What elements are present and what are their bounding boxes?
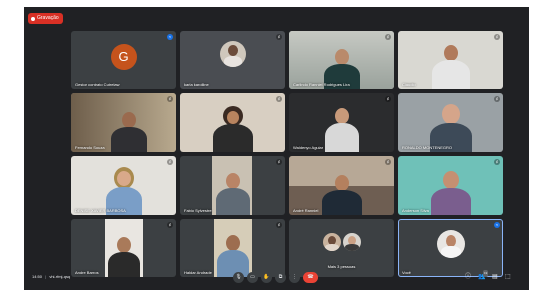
participant-name: Fabio Sylvestre — [184, 208, 212, 213]
camera-icon: ▭ — [250, 274, 255, 280]
recording-badge: Gravação — [28, 13, 63, 24]
participant-video — [215, 173, 250, 215]
present-button[interactable]: ⧉ — [275, 272, 286, 283]
participant-tile[interactable]: ♯ Waldenyo Aguiar — [289, 93, 394, 152]
activities-button[interactable]: ⬚ — [505, 274, 511, 281]
participant-tile[interactable]: G ≈ Gestor contrato Cutrelaw — [71, 31, 176, 89]
mic-muted-icon: ♯ — [276, 96, 282, 102]
raise-hand-button[interactable]: ✋ — [261, 272, 272, 283]
meeting-code: vhi-rfmj-qsq — [49, 274, 71, 279]
mic-muted-icon: ♯ — [385, 96, 391, 102]
people-button[interactable]: 👥 19 — [478, 270, 489, 281]
recording-label: Gravação — [37, 15, 59, 21]
participant-tile[interactable]: ♯ RONALDO MONTENEGRO — [398, 93, 503, 152]
participant-name: DENISE XAVIER BARBOSA — [75, 208, 126, 213]
mic-muted-icon: ♯ — [276, 34, 282, 40]
chat-icon: ▤ — [492, 274, 498, 280]
participant-name: Carlindo Ranniel Rodrigues Lira — [293, 82, 350, 87]
mic-muted-icon: ♯ — [494, 159, 500, 165]
participant-tile[interactable]: ♯ DENISE XAVIER BARBOSA — [71, 156, 176, 215]
mic-muted-icon: ♯ — [494, 96, 500, 102]
separator: | — [45, 274, 47, 279]
participant-video — [430, 171, 471, 215]
meet-window: Gravação G ≈ Gestor contrato Cutrelaw ♯ … — [24, 7, 529, 290]
end-call-icon: ☎ — [307, 274, 314, 280]
avatar — [437, 230, 465, 258]
participant-name: RONALDO MONTENEGRO — [402, 145, 453, 150]
activities-icon: ⬚ — [505, 274, 511, 280]
participant-name: Anderson Silva — [402, 208, 429, 213]
participant-tile[interactable]: ♯ — [180, 93, 285, 152]
mic-button[interactable]: 🎙 — [233, 272, 244, 283]
avatar: G — [110, 44, 137, 70]
present-icon: ⧉ — [278, 274, 283, 280]
participant-name: karla karolline — [184, 82, 209, 87]
mic-muted-icon: ♯ — [494, 34, 500, 40]
participants-count-badge: 19 — [483, 270, 489, 277]
participant-tile[interactable]: ♯ Fernando Souza — [71, 93, 176, 152]
participant-video — [320, 175, 364, 215]
speaking-indicator-icon: ≈ — [494, 222, 500, 228]
clock-time: 14:50 — [32, 274, 43, 279]
mic-muted-icon: ♯ — [276, 159, 282, 165]
participant-tile[interactable]: ♯ Fabio Sylvestre — [180, 156, 285, 215]
participant-tile[interactable]: ♯ Carlindo Ranniel Rodrigues Lira — [289, 31, 394, 89]
mic-muted-icon: ♯ — [276, 222, 282, 228]
mic-muted-icon: ♯ — [167, 159, 173, 165]
end-call-button[interactable]: ☎ — [303, 272, 318, 283]
participant-video — [430, 45, 472, 89]
participant-name: Cláudio — [402, 82, 416, 87]
participant-video — [324, 106, 359, 152]
record-dot-icon — [31, 16, 35, 21]
participant-tile[interactable]: ♯ Cláudio — [398, 31, 503, 89]
more-options-button[interactable]: ⋮ — [289, 272, 300, 283]
avatar — [220, 41, 246, 67]
participant-video — [109, 112, 149, 152]
info-button[interactable]: ⓘ — [465, 274, 471, 281]
raise-hand-icon: ✋ — [263, 274, 270, 280]
meeting-info: 14:50 | vhi-rfmj-qsq — [32, 274, 70, 279]
camera-button[interactable]: ▭ — [247, 272, 258, 283]
participant-tile[interactable]: ♯ karla karolline — [180, 31, 285, 89]
speaking-indicator-icon: ≈ — [167, 34, 173, 40]
mic-muted-icon: ♯ — [385, 34, 391, 40]
mic-muted-icon: ♯ — [167, 96, 173, 102]
avatar — [323, 233, 341, 251]
mic-muted-icon: ♯ — [385, 159, 391, 165]
info-icon: ⓘ — [465, 274, 472, 280]
control-bar: 14:50 | vhi-rfmj-qsq 🎙 ▭ ✋ ⧉ ⋮ ☎ ⓘ 👥 19 — [24, 264, 529, 290]
participant-name: Waldenyo Aguiar — [293, 145, 324, 150]
participant-video — [211, 106, 255, 152]
participant-tile[interactable]: ♯ André Ranniel — [289, 156, 394, 215]
participant-name: André Ranniel — [293, 208, 319, 213]
mic-icon: 🎙 — [235, 274, 242, 280]
participant-tile[interactable]: ♯ Anderson Silva — [398, 156, 503, 215]
more-options-icon: ⋮ — [292, 274, 297, 280]
participant-name: Gestor contrato Cutrelaw — [75, 82, 120, 87]
mic-muted-icon: ♯ — [167, 222, 173, 228]
avatar — [343, 233, 361, 251]
participant-name: Fernando Souza — [75, 145, 105, 150]
chat-button[interactable]: ▤ — [492, 274, 498, 281]
